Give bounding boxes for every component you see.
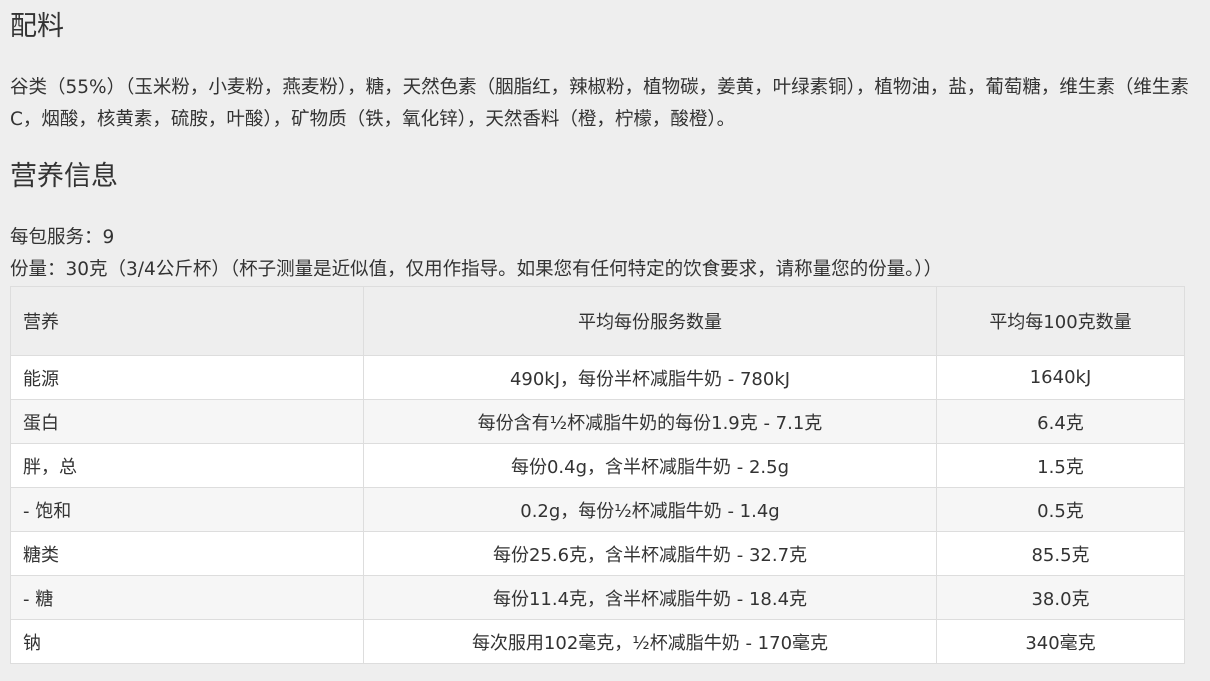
nutrient-name: 胖，总: [10, 443, 364, 488]
header-nutrient: 营养: [10, 286, 364, 356]
ingredients-text: 谷类（55%）（玉米粉，小麦粉，燕麦粉），糖，天然色素（胭脂红，辣椒粉，植物碳，…: [10, 77, 1189, 130]
table-row: 钠 每次服用102毫克，½杯减脂牛奶 - 170毫克 340毫克: [10, 619, 1185, 664]
per-serving-value: 每次服用102毫克，½杯减脂牛奶 - 170毫克: [363, 619, 937, 664]
per-100g-value: 340毫克: [936, 619, 1185, 664]
nutrient-name: 能源: [10, 355, 364, 400]
per-serving-value: 0.2g，每份½杯减脂牛奶 - 1.4g: [363, 487, 937, 532]
table-header-row: 营养 平均每份服务数量 平均每100克数量: [10, 286, 1185, 356]
table-row: - 糖 每份11.4克，含半杯减脂牛奶 - 18.4克 38.0克: [10, 575, 1185, 620]
header-per-serving: 平均每份服务数量: [363, 286, 937, 356]
per-serving-value: 每份0.4g，含半杯减脂牛奶 - 2.5g: [363, 443, 937, 488]
per-serving-value: 每份25.6克，含半杯减脂牛奶 - 32.7克: [363, 531, 937, 576]
nutrient-name: 糖类: [10, 531, 364, 576]
per-serving-value: 每份含有½杯减脂牛奶的每份1.9克 - 7.1克: [363, 399, 937, 444]
per-serving-value: 每份11.4克，含半杯减脂牛奶 - 18.4克: [363, 575, 937, 620]
table-row: 能源 490kJ，每份半杯减脂牛奶 - 780kJ 1640kJ: [10, 355, 1185, 400]
per-100g-value: 1.5克: [936, 443, 1185, 488]
per-serving-value: 490kJ，每份半杯减脂牛奶 - 780kJ: [363, 355, 937, 400]
product-info-page: 配料 谷类（55%）（玉米粉，小麦粉，燕麦粉），糖，天然色素（胭脂红，辣椒粉，植…: [0, 0, 1210, 681]
ingredients-heading: 配料: [10, 11, 64, 42]
nutrition-heading: 营养信息: [10, 161, 118, 192]
nutrition-table: 营养 平均每份服务数量 平均每100克数量 能源 490kJ，每份半杯减脂牛奶 …: [10, 286, 1185, 664]
per-100g-value: 38.0克: [936, 575, 1185, 620]
table-row: 糖类 每份25.6克，含半杯减脂牛奶 - 32.7克 85.5克: [10, 531, 1185, 576]
header-per-100g: 平均每100克数量: [936, 286, 1185, 356]
nutrient-name: 蛋白: [10, 399, 364, 444]
nutrient-name: - 糖: [10, 575, 364, 620]
per-100g-value: 85.5克: [936, 531, 1185, 576]
table-row: - 饱和 0.2g，每份½杯减脂牛奶 - 1.4g 0.5克: [10, 487, 1185, 532]
per-100g-value: 6.4克: [936, 399, 1185, 444]
serving-size: 份量：30克（3/4公斤杯）（杯子测量是近似值，仅用作指导。如果您有任何特定的饮…: [10, 259, 943, 280]
nutrient-name: - 饱和: [10, 487, 364, 532]
table-row: 胖，总 每份0.4g，含半杯减脂牛奶 - 2.5g 1.5克: [10, 443, 1185, 488]
servings-per-pack: 每包服务：9: [10, 227, 115, 248]
per-100g-value: 1640kJ: [936, 355, 1185, 400]
per-100g-value: 0.5克: [936, 487, 1185, 532]
table-row: 蛋白 每份含有½杯减脂牛奶的每份1.9克 - 7.1克 6.4克: [10, 399, 1185, 444]
nutrient-name: 钠: [10, 619, 364, 664]
